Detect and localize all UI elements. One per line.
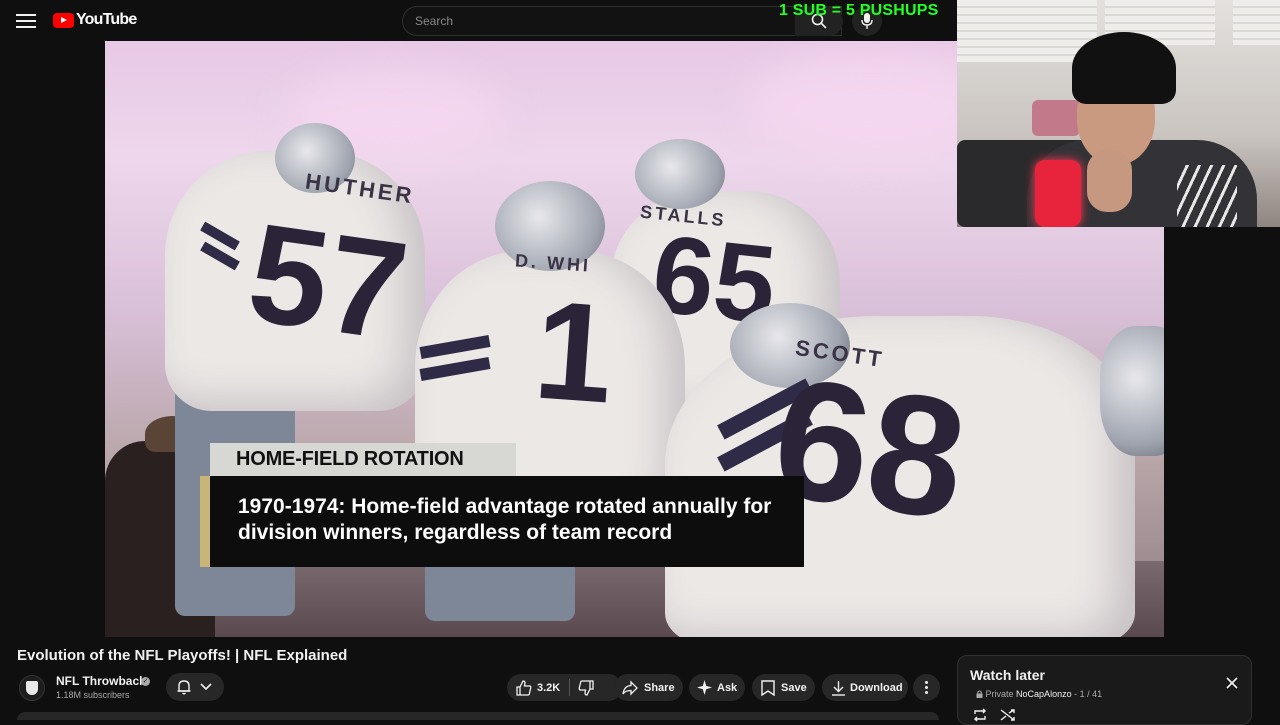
close-icon[interactable] bbox=[1225, 676, 1239, 690]
bell-icon bbox=[177, 680, 191, 695]
playlist-position: 1 / 41 bbox=[1079, 689, 1103, 699]
description-box[interactable] bbox=[17, 712, 939, 720]
search-input[interactable]: Search bbox=[402, 6, 842, 36]
logo-text: YouTube bbox=[76, 11, 137, 28]
lower-third-tag-text: HOME-FIELD ROTATION bbox=[236, 448, 464, 470]
channel-avatar[interactable] bbox=[19, 675, 45, 701]
window-blind bbox=[1233, 0, 1280, 45]
lower-third-text: 1970-1974: Home-field advantage rotated … bbox=[238, 495, 772, 544]
stream-overlay-text: 1 SUB = 5 PUSHUPS bbox=[779, 2, 939, 19]
youtube-logo[interactable]: YouTube bbox=[53, 11, 137, 29]
save-icon bbox=[761, 680, 775, 696]
playlist-owner[interactable]: NoCapAlonzo bbox=[1016, 689, 1072, 699]
lower-third-box: 1970-1974: Home-field advantage rotated … bbox=[210, 476, 804, 567]
pillow bbox=[1032, 100, 1080, 136]
helmet bbox=[635, 139, 725, 209]
subscriber-count: 1.18M subscribers bbox=[56, 690, 130, 700]
verified-icon: ✓ bbox=[141, 677, 150, 686]
menu-icon[interactable] bbox=[14, 10, 38, 30]
lower-third-accent bbox=[200, 476, 210, 567]
download-icon bbox=[832, 681, 845, 696]
share-label: Share bbox=[644, 682, 675, 694]
dislike-icon bbox=[578, 680, 594, 696]
lower-third-tag: HOME-FIELD ROTATION bbox=[210, 443, 516, 476]
playlist-title[interactable]: Watch later bbox=[970, 667, 1045, 683]
ask-button[interactable]: Ask bbox=[689, 674, 745, 701]
search-placeholder: Search bbox=[415, 14, 454, 28]
save-button[interactable]: Save bbox=[752, 674, 815, 701]
like-icon bbox=[516, 680, 532, 696]
lock-icon bbox=[976, 690, 983, 698]
ask-label: Ask bbox=[717, 682, 738, 694]
helmet bbox=[1100, 326, 1164, 456]
share-icon bbox=[622, 680, 638, 696]
jacket-stripes bbox=[1177, 165, 1237, 227]
playlist-privacy: Private bbox=[985, 689, 1014, 699]
streamer-beanie bbox=[1072, 32, 1176, 104]
download-button[interactable]: Download bbox=[822, 674, 908, 701]
download-label: Download bbox=[850, 682, 903, 694]
video-title: Evolution of the NFL Playoffs! | NFL Exp… bbox=[17, 647, 348, 664]
like-button[interactable]: 3.2K bbox=[507, 674, 569, 701]
youtube-logo-icon bbox=[53, 12, 74, 28]
ask-icon bbox=[697, 680, 712, 695]
playlist-meta: Private NoCapAlonzo - 1 / 41 bbox=[976, 689, 1102, 699]
notification-bell-button[interactable] bbox=[166, 673, 224, 701]
like-dislike-group: 3.2K bbox=[507, 674, 622, 701]
streamer-hand bbox=[1087, 150, 1132, 212]
chevron-down-icon bbox=[200, 683, 212, 691]
share-button[interactable]: Share bbox=[614, 674, 683, 701]
jersey-number: 1 bbox=[529, 270, 619, 433]
save-label: Save bbox=[781, 682, 807, 694]
playlist-panel: Watch later Private NoCapAlonzo - 1 / 41 bbox=[957, 655, 1252, 725]
more-actions-button[interactable] bbox=[913, 674, 940, 701]
webcam-overlay bbox=[957, 0, 1280, 227]
like-count: 3.2K bbox=[537, 682, 561, 694]
streamer-microphone bbox=[1035, 160, 1081, 227]
channel-name[interactable]: NFL Throwback bbox=[56, 674, 146, 688]
jersey-number: 57 bbox=[239, 192, 416, 371]
